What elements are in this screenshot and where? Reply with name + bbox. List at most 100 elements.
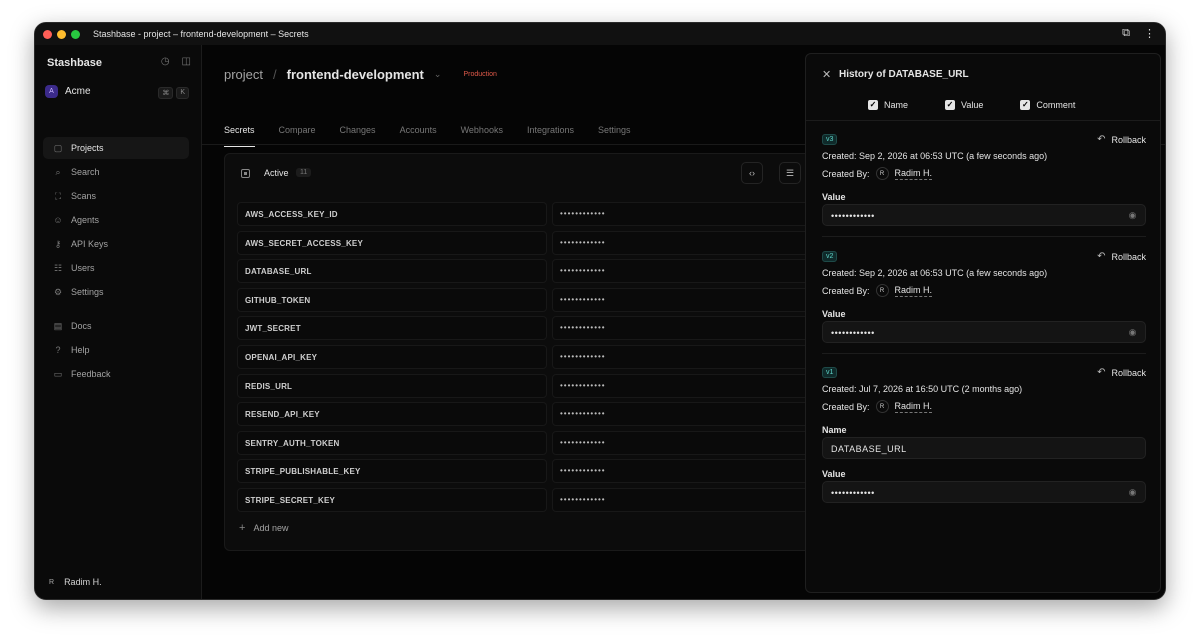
secret-key-field[interactable]: REDIS_URL [237, 373, 547, 398]
sidebar-item-label: Feedback [71, 369, 111, 379]
secret-value-field[interactable]: •••••••••••• [552, 316, 812, 341]
sidebar: Stashbase ◷ ◫ A Acme ⌘ K ▢ Projects ⌕ Searc… [35, 45, 202, 599]
sidebar-item-search[interactable]: ⌕ Search [43, 161, 189, 183]
secret-key-field[interactable]: AWS_ACCESS_KEY_ID [237, 202, 547, 226]
author-name[interactable]: Radim H. [894, 401, 933, 413]
secret-key-field[interactable]: STRIPE_SECRET_KEY [237, 487, 547, 512]
history-divider [806, 120, 1160, 121]
secret-key-field[interactable]: GITHUB_TOKEN [237, 287, 547, 312]
sidebar-item-settings[interactable]: ⚙ Settings [43, 281, 189, 303]
secret-value-field[interactable]: •••••••••••• [552, 402, 812, 427]
close-window-button[interactable] [43, 29, 52, 39]
filter-comment[interactable]: ✓ Comment [1020, 100, 1075, 110]
scan-icon: ⛶ [54, 190, 62, 201]
rollback-button[interactable]: ↶ Rollback [1097, 367, 1146, 378]
version-badge: v3 [822, 134, 838, 145]
org-switcher[interactable]: A Acme [45, 85, 91, 98]
plus-icon: + [239, 522, 246, 534]
secret-value-field[interactable]: •••••••••••• [552, 344, 812, 369]
undo-icon: ↶ [1097, 367, 1106, 378]
breadcrumb-environment[interactable]: frontend-development [287, 67, 424, 82]
history-drawer: ✕ History of DATABASE_URL ✓ Name ✓ Value ✓ Co… [805, 53, 1161, 593]
secret-value-field[interactable]: •••••••••••• [552, 230, 812, 255]
breadcrumb-project[interactable]: project [224, 67, 263, 82]
checkbox[interactable]: ✓ [945, 100, 956, 110]
created-timestamp: Created: Jul 7, 2026 at 16:50 UTC (2 mon… [822, 384, 1023, 394]
secret-key-field[interactable]: SENTRY_AUTH_TOKEN [237, 430, 547, 455]
maximize-window-button[interactable] [71, 29, 80, 39]
current-user[interactable]: R Radim H. [49, 577, 102, 587]
close-icon[interactable]: ✕ [822, 68, 831, 81]
secondary-nav: ▤ Docs? Help ▭ Feedback [43, 315, 189, 387]
eye-icon[interactable]: ◉ [1129, 487, 1137, 498]
list-view-icon[interactable]: ☰ [779, 162, 801, 184]
secret-value-field[interactable]: •••••••••••• [552, 259, 812, 284]
sidebar-item-agents[interactable]: ☺ Agents [43, 209, 189, 231]
secret-key-field[interactable]: RESEND_API_KEY [237, 402, 547, 427]
sidebar-item-docs[interactable]: ▤ Docs [43, 315, 189, 337]
org-avatar: A [45, 85, 58, 98]
secret-key-field[interactable]: OPENAI_API_KEY [237, 344, 547, 369]
add-new-label: Add new [253, 523, 289, 533]
more-menu-icon[interactable]: ⋮ [1144, 27, 1155, 40]
secrets-panel: Active 11 ‹› ☰ AWS_ACCESS_KEY_ID ••••••••… [224, 153, 814, 551]
sidebar-item-label: Settings [71, 287, 104, 297]
author-avatar: R [875, 400, 889, 413]
sidebar-item-users[interactable]: ☷ Users [43, 257, 189, 279]
secret-key-field[interactable]: JWT_SECRET [237, 316, 547, 341]
add-new-button[interactable]: + Add new [239, 522, 288, 534]
eye-icon[interactable]: ◉ [1129, 210, 1137, 221]
filter-label[interactable]: Active [264, 168, 289, 178]
window-title: Stashbase - project – frontend-developme… [93, 29, 309, 39]
minimize-window-button[interactable] [57, 29, 66, 39]
created-by: Created By: R Radim H. [822, 400, 933, 413]
select-all-checkbox[interactable] [241, 169, 250, 178]
checkbox[interactable]: ✓ [1020, 100, 1031, 110]
shortcut-key: K [176, 87, 189, 99]
secret-value-field[interactable]: •••••••••••• [552, 430, 812, 455]
secret-value-field[interactable]: •••••••••••• [552, 287, 812, 312]
name-field[interactable]: DATABASE_URL [822, 437, 1146, 459]
eye-icon[interactable]: ◉ [1129, 327, 1137, 338]
value-field[interactable]: •••••••••••• ◉ [822, 321, 1146, 343]
value-label: Value [822, 192, 846, 202]
secret-key-field[interactable]: DATABASE_URL [237, 259, 547, 284]
value-field[interactable]: •••••••••••• ◉ [822, 481, 1146, 503]
value-field[interactable]: •••••••••••• ◉ [822, 204, 1146, 226]
secret-key-field[interactable]: STRIPE_PUBLISHABLE_KEY [237, 459, 547, 484]
secret-value-field[interactable]: •••••••••••• [552, 487, 812, 512]
extension-icon[interactable]: ⧉ [1122, 27, 1130, 40]
rollback-button[interactable]: ↶ Rollback [1097, 134, 1146, 145]
search-icon: ⌕ [55, 166, 61, 177]
created-timestamp: Created: Sep 2, 2026 at 06:53 UTC (a few… [822, 268, 1048, 278]
version-divider [822, 353, 1146, 354]
sidebar-item-feedback[interactable]: ▭ Feedback [43, 363, 189, 385]
app-window: Stashbase - project – frontend-developme… [34, 22, 1166, 600]
sidebar-toggle-icon[interactable]: ◫ [182, 56, 191, 67]
undo-icon: ↶ [1097, 251, 1106, 262]
secret-key-field[interactable]: AWS_SECRET_ACCESS_KEY [237, 230, 547, 255]
users-icon: ☷ [53, 262, 63, 273]
sidebar-item-projects[interactable]: ▢ Projects [43, 137, 189, 159]
created-by: Created By: R Radim H. [822, 167, 933, 180]
version-badge: v1 [822, 367, 838, 378]
secret-value-field[interactable]: •••••••••••• [552, 202, 812, 226]
filter-name[interactable]: ✓ Name [868, 100, 908, 110]
secret-row: AWS_SECRET_ACCESS_KEY •••••••••••• [237, 230, 812, 255]
created-by-label: Created By: [822, 285, 870, 296]
code-view-icon[interactable]: ‹› [741, 162, 763, 184]
sidebar-item-api-keys[interactable]: ⚷ API Keys [43, 233, 189, 255]
rollback-button[interactable]: ↶ Rollback [1097, 251, 1146, 262]
filter-value[interactable]: ✓ Value [945, 100, 983, 110]
history-icon[interactable]: ◷ [161, 56, 170, 67]
checkbox[interactable]: ✓ [868, 100, 878, 110]
sidebar-item-help[interactable]: ? Help [43, 339, 189, 361]
chevron-down-icon[interactable]: ⌄ [434, 69, 442, 80]
author-name[interactable]: Radim H. [894, 285, 933, 297]
secret-row: RESEND_API_KEY •••••••••••• [237, 402, 812, 427]
breadcrumb: project / frontend-development ⌄ Product… [224, 67, 497, 82]
author-name[interactable]: Radim H. [894, 168, 933, 180]
secret-value-field[interactable]: •••••••••••• [552, 459, 812, 484]
sidebar-item-scans[interactable]: ⛶ Scans [43, 185, 189, 207]
secret-value-field[interactable]: •••••••••••• [552, 373, 812, 398]
